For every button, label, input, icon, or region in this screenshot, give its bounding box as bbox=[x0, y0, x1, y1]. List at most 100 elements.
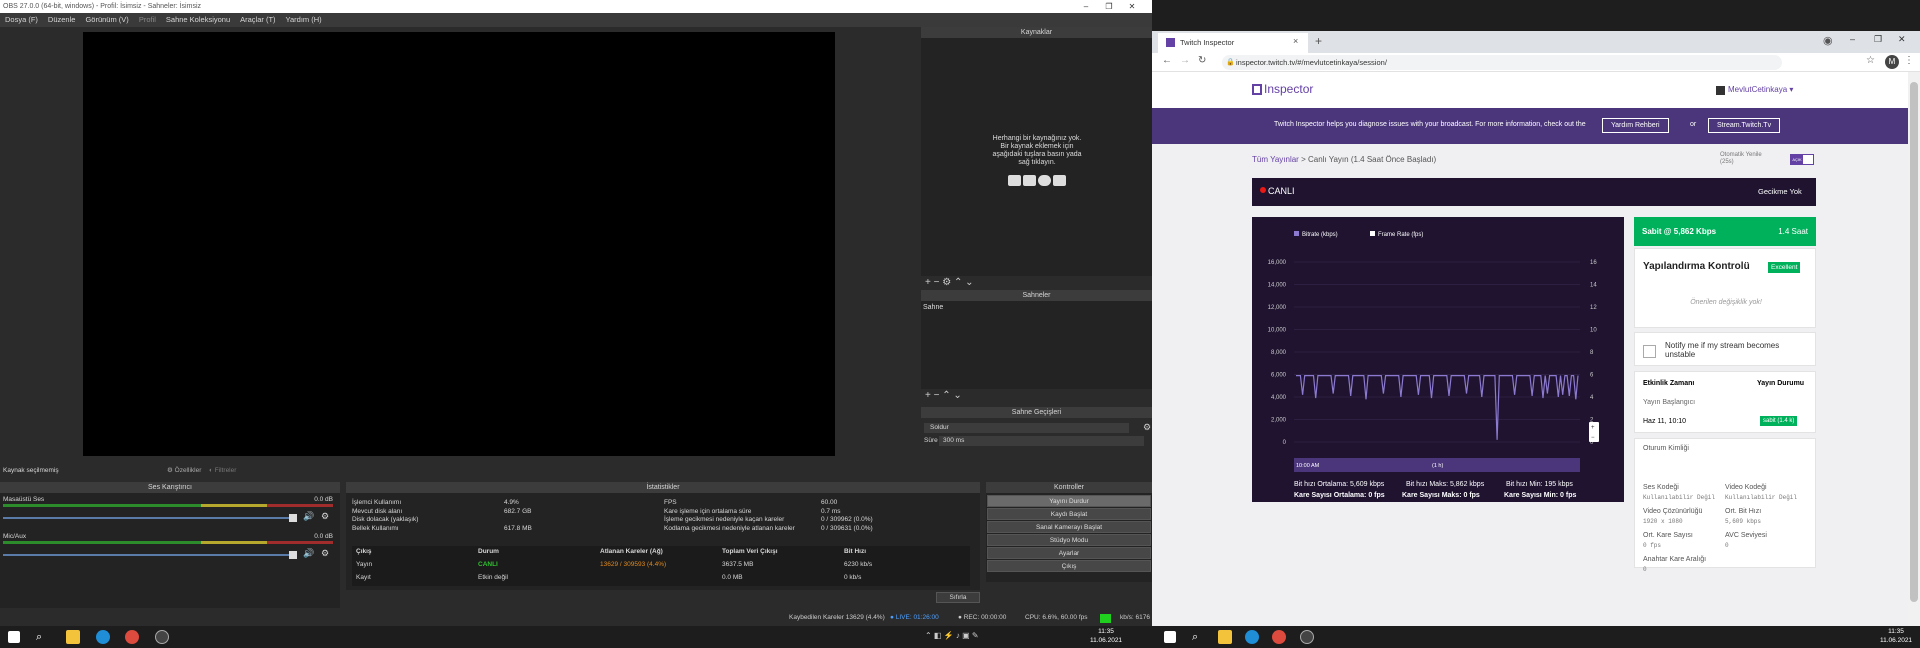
search-icon[interactable]: ⌕ bbox=[1192, 630, 1206, 644]
forward-icon[interactable]: → bbox=[1180, 55, 1190, 66]
file-explorer-icon[interactable] bbox=[1218, 630, 1232, 644]
move-down-icon[interactable]: ⌄ bbox=[953, 390, 961, 401]
scenes-dock: Sahneler Sahne + − ⌃ ⌄ bbox=[921, 290, 1152, 404]
speaker-icon[interactable]: 🔊 bbox=[303, 511, 314, 522]
move-up-icon[interactable]: ⌃ bbox=[954, 277, 962, 288]
avatar[interactable]: M bbox=[1885, 55, 1899, 69]
maximize-icon[interactable]: ❐ bbox=[1098, 0, 1120, 13]
duration-input[interactable]: 300 ms bbox=[939, 436, 1144, 446]
sources-dock: Kaynaklar Herhangi bir kaynağınız yok. B… bbox=[921, 27, 1152, 289]
bookmark-star-icon[interactable]: ☆ bbox=[1866, 55, 1875, 66]
add-icon[interactable]: + bbox=[925, 277, 931, 288]
close-tab-icon[interactable]: × bbox=[1293, 36, 1298, 46]
menu-profile[interactable]: Profil bbox=[139, 15, 156, 24]
menu-edit[interactable]: Düzenle bbox=[48, 15, 76, 24]
cell: 6230 kb/s bbox=[844, 561, 873, 568]
back-icon[interactable]: ← bbox=[1162, 55, 1172, 66]
chrome-icon[interactable] bbox=[1272, 630, 1286, 644]
y-right-tick: 12 bbox=[1590, 305, 1597, 311]
obs-icon[interactable] bbox=[155, 630, 169, 644]
user-menu[interactable]: MevlutCetinkaya ▾ bbox=[1728, 85, 1793, 94]
minimize-icon[interactable]: – bbox=[1075, 0, 1097, 13]
scene-item[interactable]: Sahne bbox=[923, 304, 943, 311]
reload-icon[interactable]: ↻ bbox=[1198, 55, 1206, 66]
preview-canvas[interactable] bbox=[83, 32, 835, 456]
remove-icon[interactable]: − bbox=[934, 390, 940, 401]
remove-icon[interactable]: − bbox=[934, 277, 940, 288]
session-fields: Ses Kodeği Kullanılabilir Değil Video Kode… bbox=[1643, 484, 1811, 580]
maximize-icon[interactable]: ❐ bbox=[1874, 34, 1882, 45]
tray-clock[interactable]: 11:35 11.06.2021 bbox=[1880, 627, 1912, 645]
close-icon[interactable]: ✕ bbox=[1898, 34, 1906, 45]
stats-dock: İstatistikler İşlemci Kullanımı 4.9% Mevc… bbox=[346, 482, 980, 590]
gear-icon[interactable]: ⚙ bbox=[1143, 422, 1151, 433]
cell: Etkin değil bbox=[478, 574, 508, 581]
stat-value: 0 / 309631 (0.0%) bbox=[821, 524, 873, 532]
tray-clock[interactable]: 11:35 11.06.2021 bbox=[1090, 627, 1122, 645]
clock-time: 11:35 bbox=[1888, 628, 1904, 635]
notify-checkbox[interactable] bbox=[1643, 345, 1656, 358]
connection-indicator bbox=[1100, 614, 1111, 623]
audio-mixer: Ses Karıştırıcı Masaüstü Ses 0.0 dB 🔊 ⚙ M… bbox=[0, 482, 340, 608]
chrome-window: Twitch Inspector × + ◉ – ❐ ✕ ← → ↻ 🔒 insp… bbox=[1152, 0, 1920, 648]
channel-db: 0.0 dB bbox=[314, 533, 333, 540]
close-icon[interactable]: ✕ bbox=[1121, 0, 1143, 13]
inspector-header: Inspector MevlutCetinkaya ▾ bbox=[1152, 72, 1908, 108]
page-scrollbar[interactable] bbox=[1908, 72, 1920, 626]
minimize-icon[interactable]: – bbox=[1850, 34, 1855, 44]
add-icon[interactable]: + bbox=[925, 390, 931, 401]
help-guide-button[interactable]: Yardım Rehberi bbox=[1602, 118, 1669, 133]
live-status: CANLI bbox=[478, 561, 498, 568]
chrome-icon[interactable] bbox=[125, 630, 139, 644]
volume-slider[interactable] bbox=[3, 554, 293, 556]
reset-button[interactable]: Sıfırla bbox=[936, 592, 980, 603]
speaker-icon[interactable]: 🔊 bbox=[303, 548, 314, 559]
breadcrumb-root[interactable]: Tüm Yayınlar bbox=[1252, 155, 1299, 164]
tray-icons[interactable]: ⌃ ◧ ⚡ ♪ ▣ ✎ bbox=[925, 631, 979, 640]
move-up-icon[interactable]: ⌃ bbox=[942, 390, 950, 401]
channel-db: 0.0 dB bbox=[314, 496, 333, 503]
properties-button[interactable]: ⚙ Özellikler bbox=[167, 464, 201, 477]
menu-tools[interactable]: Araçlar (T) bbox=[240, 15, 275, 24]
stop-stream-button[interactable]: Yayını Durdur bbox=[987, 495, 1151, 507]
volume-slider[interactable] bbox=[3, 517, 293, 519]
inspector-page: Inspector MevlutCetinkaya ▾ Twitch Inspe… bbox=[1152, 72, 1920, 626]
transition-select[interactable]: Soldur bbox=[924, 423, 1129, 433]
kebab-menu-icon[interactable]: ⋮ bbox=[1904, 55, 1914, 66]
gear-icon[interactable]: ⚙ bbox=[321, 548, 329, 559]
start-virtualcam-button[interactable]: Sanal Kamerayı Başlat bbox=[987, 521, 1151, 533]
image-source-icon bbox=[1008, 175, 1021, 186]
exit-button[interactable]: Çıkış bbox=[987, 560, 1151, 572]
file-explorer-icon[interactable] bbox=[66, 630, 80, 644]
volume-meter bbox=[3, 504, 333, 507]
search-icon[interactable]: ⌕ bbox=[36, 630, 50, 644]
chart-summary: Bit hızı Ortalama: 5,609 kbps Bit hızı Ma… bbox=[1294, 479, 1614, 501]
gear-icon[interactable]: ⚙ bbox=[321, 511, 329, 522]
edge-icon[interactable] bbox=[1245, 630, 1259, 644]
menu-scene-collection[interactable]: Sahne Koleksiyonu bbox=[166, 15, 230, 24]
edge-icon[interactable] bbox=[96, 630, 110, 644]
new-tab-icon[interactable]: + bbox=[1315, 34, 1322, 48]
filters-button[interactable]: ◐ Filtreler bbox=[209, 464, 236, 477]
move-down-icon[interactable]: ⌄ bbox=[965, 277, 973, 288]
config-check-card: Yapılandırma Kontrolü Excellent Önerilen… bbox=[1634, 248, 1816, 328]
menu-file[interactable]: Dosya (F) bbox=[5, 15, 38, 24]
studio-mode-button[interactable]: Stüdyo Modu bbox=[987, 534, 1151, 546]
windows-start-icon[interactable] bbox=[1164, 631, 1176, 643]
stream-twitch-button[interactable]: Stream.Twitch.Tv bbox=[1708, 118, 1781, 133]
tab-twitch-inspector[interactable]: Twitch Inspector × bbox=[1158, 33, 1308, 53]
start-recording-button[interactable]: Kaydı Başlat bbox=[987, 508, 1151, 520]
auto-refresh-toggle[interactable]: AÇIK bbox=[1790, 154, 1814, 165]
menu-view[interactable]: Görünüm (V) bbox=[85, 15, 128, 24]
gear-icon[interactable]: ⚙ bbox=[942, 277, 951, 288]
address-bar[interactable]: 🔒 inspector.twitch.tv/#/mevlutcetinkaya/s… bbox=[1222, 55, 1782, 70]
windows-start-icon[interactable] bbox=[8, 631, 20, 643]
obs-icon[interactable] bbox=[1300, 630, 1314, 644]
profile-menu-icon[interactable]: ◉ bbox=[1823, 34, 1833, 47]
volume-slider-handle[interactable] bbox=[289, 514, 297, 522]
channel-name: Masaüstü Ses bbox=[3, 496, 45, 503]
menu-help[interactable]: Yardım (H) bbox=[286, 15, 322, 24]
volume-slider-handle[interactable] bbox=[289, 551, 297, 559]
settings-button[interactable]: Ayarlar bbox=[987, 547, 1151, 559]
stat-label: Bellek Kullanımı bbox=[352, 524, 399, 532]
